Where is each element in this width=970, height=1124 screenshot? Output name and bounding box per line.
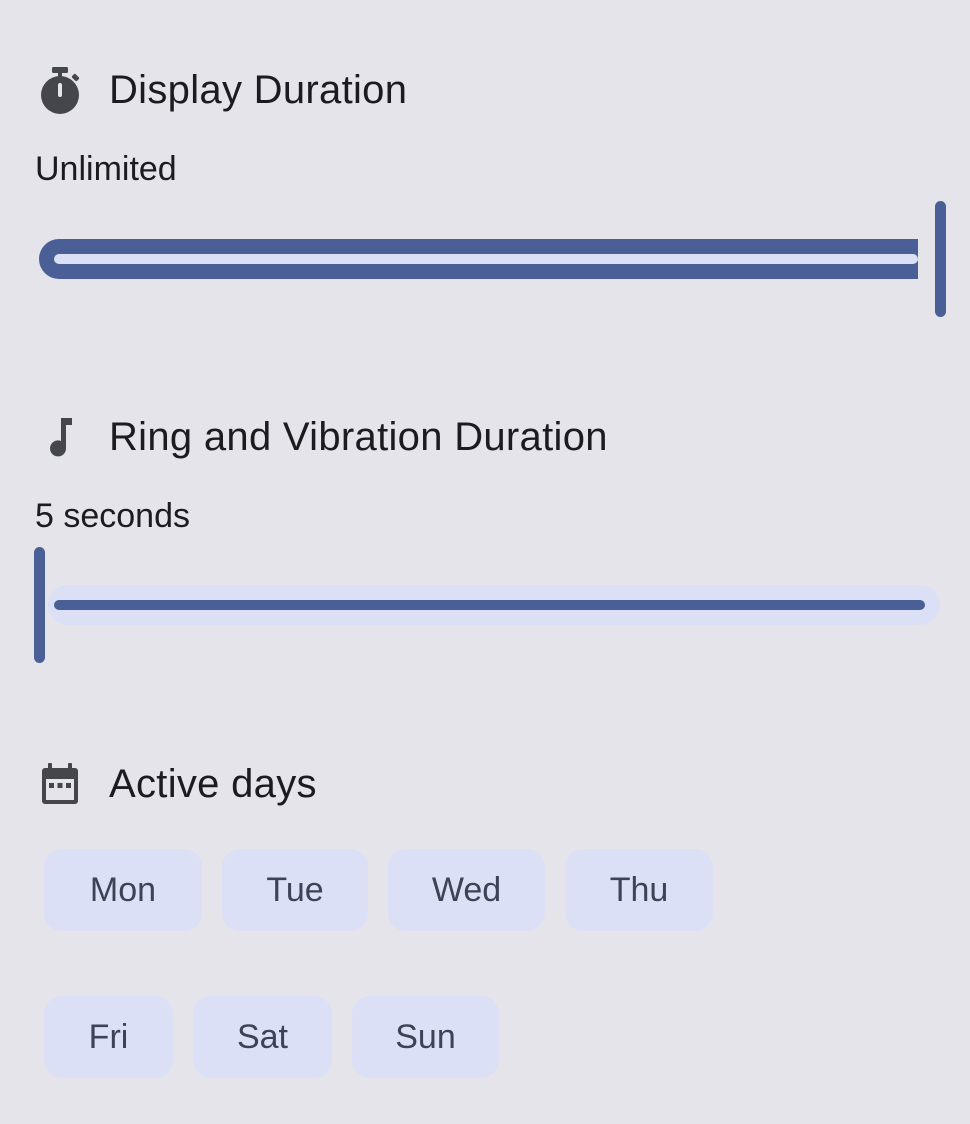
ring-duration-title: Ring and Vibration Duration: [109, 414, 608, 459]
display-duration-header: Display Duration: [36, 62, 407, 118]
day-chip-fri[interactable]: Fri: [44, 996, 173, 1078]
ring-duration-track-inner: [54, 600, 925, 610]
ring-duration-slider[interactable]: [34, 546, 948, 664]
display-duration-track-inner: [54, 254, 918, 264]
display-duration-thumb: [935, 201, 946, 317]
timer-icon: [36, 66, 84, 114]
display-duration-value: Unlimited: [35, 150, 177, 188]
day-chip-wed[interactable]: Wed: [388, 849, 545, 931]
day-chip-thu[interactable]: Thu: [565, 849, 713, 931]
ring-duration-header: Ring and Vibration Duration: [36, 409, 608, 465]
ring-duration-value: 5 seconds: [35, 497, 190, 535]
active-days-row-2: Fri Sat Sun: [44, 996, 499, 1078]
display-duration-slider[interactable]: [34, 200, 948, 318]
active-days-row-1: Mon Tue Wed Thu: [44, 849, 713, 931]
music-note-icon: [36, 413, 84, 461]
day-chip-sun[interactable]: Sun: [352, 996, 499, 1078]
day-chip-sat[interactable]: Sat: [193, 996, 332, 1078]
active-days-title: Active days: [109, 761, 317, 806]
day-chip-tue[interactable]: Tue: [222, 849, 368, 931]
day-chip-mon[interactable]: Mon: [44, 849, 202, 931]
active-days-header: Active days: [36, 756, 317, 812]
display-duration-title: Display Duration: [109, 67, 408, 112]
calendar-icon: [36, 760, 84, 808]
ring-duration-thumb: [34, 547, 45, 663]
